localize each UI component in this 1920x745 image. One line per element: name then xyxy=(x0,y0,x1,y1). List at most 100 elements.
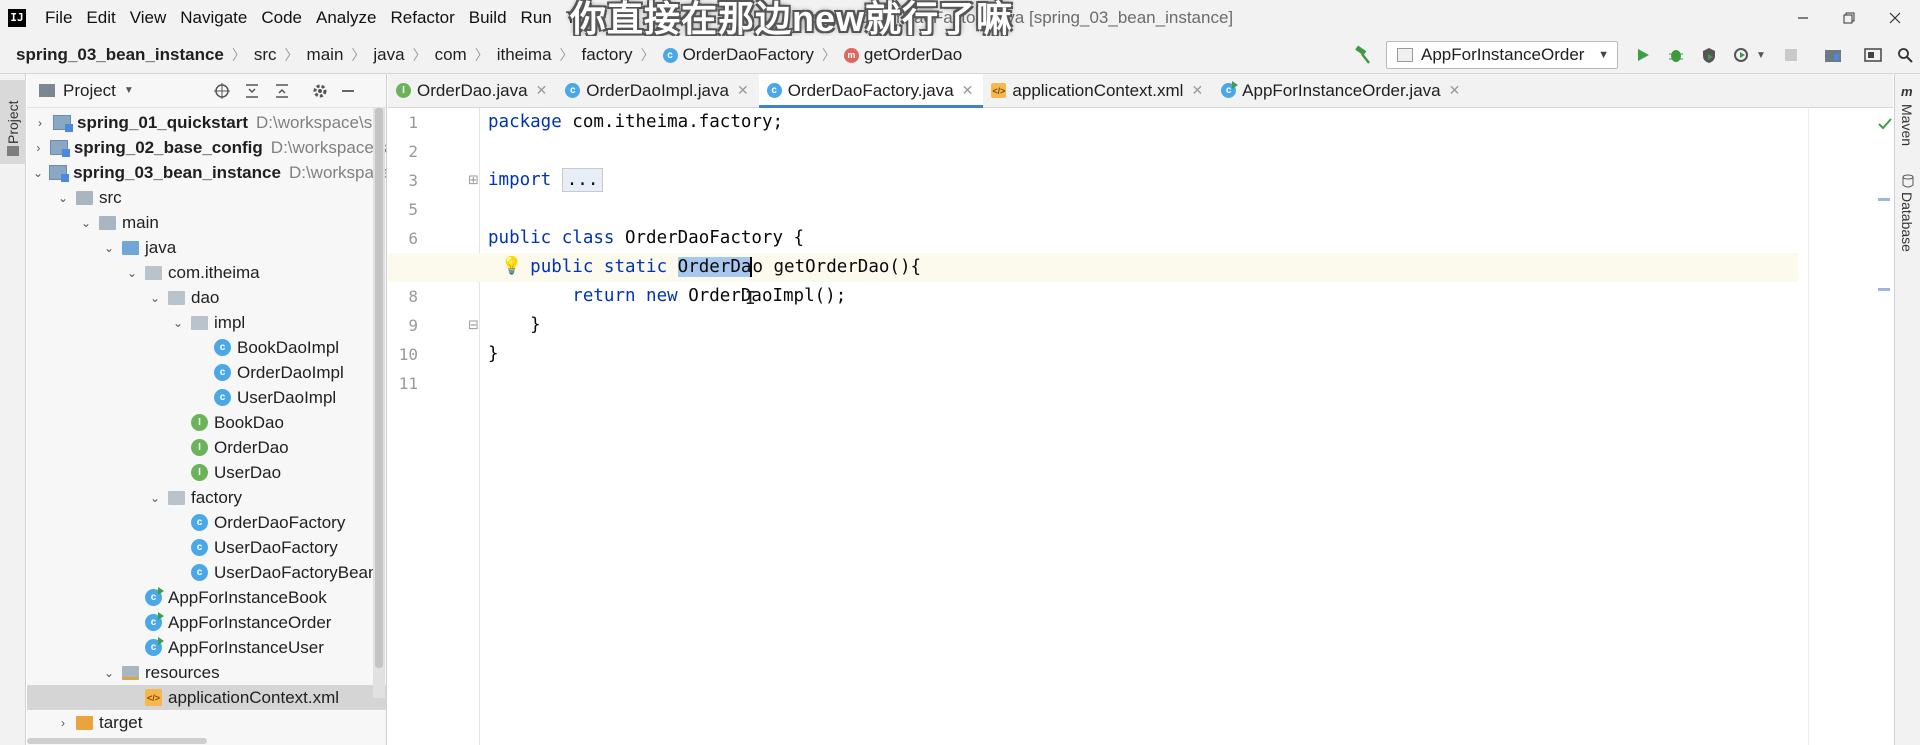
tree-item[interactable]: ⌄ resources xyxy=(27,660,386,685)
breadcrumb-project[interactable]: spring_03_bean_instance xyxy=(16,45,224,65)
close-tab-icon[interactable]: ✕ xyxy=(1449,82,1461,99)
menu-code[interactable]: Code xyxy=(254,0,309,36)
tree-item[interactable]: ⌄ src xyxy=(27,185,386,210)
project-tree-horizontal-scrollbar[interactable] xyxy=(27,738,207,744)
menu-file[interactable]: File xyxy=(38,0,79,36)
database-tool-window-tab[interactable]: Database xyxy=(1899,192,1915,252)
tree-item[interactable]: ⌄ factory xyxy=(27,485,386,510)
search-everywhere-button[interactable] xyxy=(1892,42,1918,68)
tree-item[interactable]: I UserDao xyxy=(27,460,386,485)
editor-scrollbar[interactable] xyxy=(1878,108,1892,745)
close-tab-icon[interactable]: ✕ xyxy=(536,82,548,99)
breadcrumb-itheima[interactable]: itheima xyxy=(497,45,552,65)
chevron-down-icon[interactable]: ⌄ xyxy=(171,316,185,330)
collapse-all-button[interactable] xyxy=(271,80,293,102)
breadcrumb-src[interactable]: src xyxy=(254,45,277,65)
tree-item[interactable]: I OrderDao xyxy=(27,435,386,460)
project-structure-button[interactable] xyxy=(1820,42,1846,68)
close-tab-icon[interactable]: ✕ xyxy=(737,82,749,99)
fold-import-icon[interactable]: ⊞ xyxy=(468,172,479,188)
tree-item[interactable]: c AppForInstanceOrder xyxy=(27,610,386,635)
code-line[interactable]: import ... xyxy=(488,166,604,195)
editor-tab[interactable]: </> applicationContext.xml ✕ xyxy=(983,74,1213,107)
minimize-button[interactable] xyxy=(1780,0,1826,36)
presentation-mode-button[interactable] xyxy=(1860,42,1886,68)
chevron-down-icon[interactable]: ⌄ xyxy=(102,241,116,255)
scrollbar-thumb[interactable] xyxy=(375,108,383,668)
chevron-down-icon[interactable]: ⌄ xyxy=(56,191,70,205)
tree-item[interactable]: ⌄ dao xyxy=(27,285,386,310)
chevron-down-icon[interactable]: ⌄ xyxy=(102,666,116,680)
tree-item[interactable]: ⌄ com.itheima xyxy=(27,260,386,285)
chevron-right-icon[interactable]: › xyxy=(33,141,44,155)
folded-imports[interactable]: ... xyxy=(561,168,604,192)
project-tree-scrollbar[interactable] xyxy=(373,108,385,698)
menu-view[interactable]: View xyxy=(123,0,174,36)
menu-run[interactable]: Run xyxy=(514,0,559,36)
tree-item[interactable]: c AppForInstanceUser xyxy=(27,635,386,660)
editor-tab[interactable]: I OrderDao.java ✕ xyxy=(388,74,557,107)
breadcrumb-class[interactable]: OrderDaoFactory xyxy=(683,45,814,65)
tree-item[interactable]: › spring_02_base_config D:\workspace\s xyxy=(27,135,386,160)
project-tool-window-tab[interactable]: Project xyxy=(0,80,26,164)
project-view-title[interactable]: Project xyxy=(63,81,116,101)
run-button[interactable] xyxy=(1630,42,1656,68)
tree-item[interactable]: ⌄ impl xyxy=(27,310,386,335)
breadcrumb-factory[interactable]: factory xyxy=(582,45,633,65)
close-tab-icon[interactable]: ✕ xyxy=(962,82,974,99)
close-tab-icon[interactable]: ✕ xyxy=(1191,82,1203,99)
restore-button[interactable] xyxy=(1826,0,1872,36)
tree-item[interactable]: c UserDaoFactory xyxy=(27,535,386,560)
maven-tool-window-tab[interactable]: Maven xyxy=(1899,104,1915,146)
code-line[interactable]: public static OrderDao getOrderDao(){ xyxy=(488,253,922,282)
code-line[interactable]: } xyxy=(488,340,499,369)
tree-item[interactable]: › target xyxy=(27,710,386,735)
locate-file-button[interactable] xyxy=(211,80,233,102)
menu-navigate[interactable]: Navigate xyxy=(173,0,254,36)
tree-item[interactable]: › spring_01_quickstart D:\workspace\sp xyxy=(27,110,386,135)
editor-tab[interactable]: c OrderDaoImpl.java ✕ xyxy=(557,74,758,107)
code-line[interactable]: package com.itheima.factory; xyxy=(488,108,783,137)
close-window-button[interactable] xyxy=(1872,0,1918,36)
expand-all-button[interactable] xyxy=(241,80,263,102)
tree-item[interactable]: c UserDaoFactoryBean xyxy=(27,560,386,585)
fold-end-icon[interactable]: ⊟ xyxy=(468,317,479,333)
chevron-down-icon[interactable]: ⌄ xyxy=(125,266,139,280)
debug-button[interactable] xyxy=(1663,42,1689,68)
run-configuration-select[interactable]: AppForInstanceOrder ▼ xyxy=(1386,41,1618,69)
breadcrumb-com[interactable]: com xyxy=(435,45,467,65)
menu-refactor[interactable]: Refactor xyxy=(383,0,461,36)
tree-item[interactable]: </> applicationContext.xml xyxy=(27,685,386,710)
tree-item[interactable]: c OrderDaoImpl xyxy=(27,360,386,385)
tree-item[interactable]: c UserDaoImpl xyxy=(27,385,386,410)
menu-analyze[interactable]: Analyze xyxy=(309,0,383,36)
editor-tab[interactable]: c OrderDaoFactory.java ✕ xyxy=(758,74,984,108)
code-line[interactable]: return new OrderDaoImpl(); xyxy=(488,282,846,311)
coverage-button[interactable] xyxy=(1696,42,1722,68)
tree-item[interactable]: ⌄ java xyxy=(27,235,386,260)
chevron-right-icon[interactable]: › xyxy=(56,716,70,730)
breadcrumb-method[interactable]: getOrderDao xyxy=(864,45,962,65)
chevron-down-icon[interactable]: ⌄ xyxy=(33,166,43,180)
editor-tab[interactable]: c AppForInstanceOrder.java ✕ xyxy=(1213,74,1470,107)
more-run-options-chevron-icon[interactable]: ▼ xyxy=(1752,42,1770,68)
intention-lightbulb-icon[interactable]: 💡 xyxy=(501,256,522,276)
profile-button[interactable] xyxy=(1728,42,1754,68)
panel-settings-button[interactable] xyxy=(309,80,331,102)
breadcrumb-main[interactable]: main xyxy=(307,45,344,65)
chevron-down-icon[interactable]: ▼ xyxy=(124,85,134,96)
hide-panel-button[interactable] xyxy=(337,80,359,102)
code-line[interactable]: } xyxy=(488,311,541,340)
tree-item[interactable]: ⌄ main xyxy=(27,210,386,235)
chevron-down-icon[interactable]: ⌄ xyxy=(148,491,162,505)
chevron-down-icon[interactable]: ⌄ xyxy=(79,216,93,230)
menu-build[interactable]: Build xyxy=(462,0,514,36)
menu-edit[interactable]: Edit xyxy=(79,0,122,36)
chevron-right-icon[interactable]: › xyxy=(33,116,47,130)
tree-item[interactable]: I BookDao xyxy=(27,410,386,435)
chevron-down-icon[interactable]: ⌄ xyxy=(148,291,162,305)
tree-item[interactable]: c BookDaoImpl xyxy=(27,335,386,360)
tree-item[interactable]: c OrderDaoFactory xyxy=(27,510,386,535)
code-editor[interactable]: 123567891011⊞⚙@⊟⊟ package com.itheima.fa… xyxy=(388,108,1893,745)
code-line[interactable]: public class OrderDaoFactory { xyxy=(488,224,804,253)
